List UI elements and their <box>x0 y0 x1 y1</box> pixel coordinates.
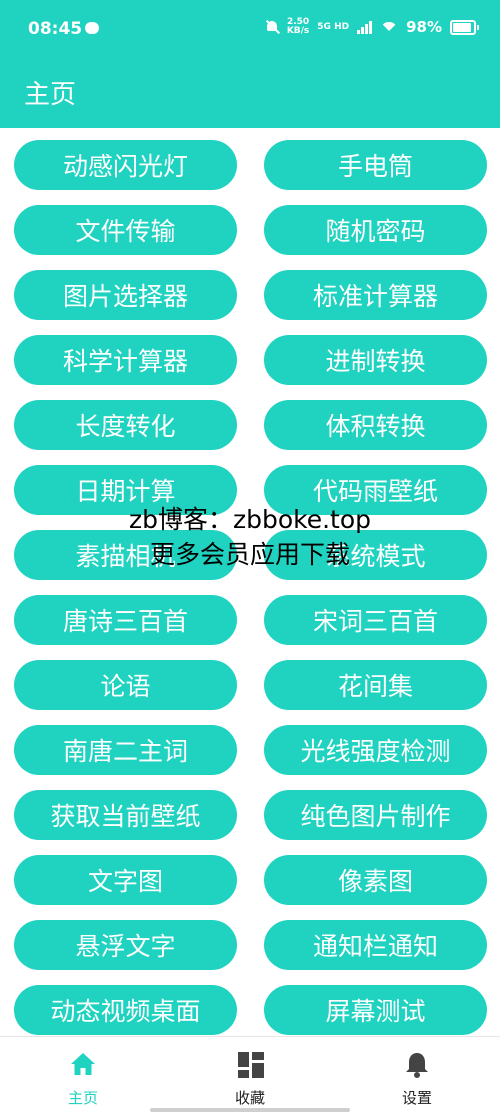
tool-button[interactable]: 代码雨壁纸 <box>264 465 487 515</box>
dashboard-icon <box>238 1052 264 1078</box>
nav-favorites-label: 收藏 <box>234 1089 265 1107</box>
tool-button[interactable]: 系统模式 <box>264 530 487 580</box>
nav-favorites[interactable]: 收藏 <box>167 1037 333 1116</box>
page-title: 主页 <box>24 80 77 110</box>
tool-button[interactable]: 获取当前壁纸 <box>14 790 237 840</box>
tool-button[interactable]: 体积转换 <box>264 400 487 450</box>
network-speed-unit: KB/s <box>286 26 310 36</box>
tool-button[interactable]: 标准计算器 <box>264 270 487 320</box>
tool-button[interactable]: 日期计算 <box>14 465 237 515</box>
tool-button[interactable]: 屏幕测试 <box>264 985 487 1035</box>
message-icon <box>85 22 99 34</box>
tool-button[interactable]: 论语 <box>14 660 237 710</box>
status-time: 08:45 <box>28 19 83 39</box>
bell-icon <box>404 1051 430 1079</box>
tool-button[interactable]: 光线强度检测 <box>264 725 487 775</box>
tool-button[interactable]: 像素图 <box>264 855 487 905</box>
wifi-icon <box>380 20 398 34</box>
nav-home-label: 主页 <box>67 1089 98 1107</box>
nav-home[interactable]: 主页 <box>0 1037 166 1116</box>
status-bar: 08:45 2.50 KB/s 5G HD 98% <box>0 0 500 58</box>
bottom-navigation: 主页 收藏 设置 <box>0 1036 500 1116</box>
tool-button[interactable]: 手电筒 <box>264 140 487 190</box>
tool-button[interactable]: 文字图 <box>14 855 237 905</box>
signal-icon <box>357 20 373 34</box>
tool-button[interactable]: 南唐二主词 <box>14 725 237 775</box>
network-speed: 2.50 KB/s <box>287 18 309 36</box>
app-bar: 主页 <box>0 58 500 128</box>
nav-settings[interactable]: 设置 <box>334 1037 500 1116</box>
tool-button[interactable]: 宋词三百首 <box>264 595 487 645</box>
tool-button[interactable]: 悬浮文字 <box>14 920 237 970</box>
tool-button[interactable]: 随机密码 <box>264 205 487 255</box>
home-icon <box>70 1052 96 1076</box>
tool-button[interactable]: 花间集 <box>264 660 487 710</box>
battery-icon <box>450 19 479 35</box>
tool-button[interactable]: 科学计算器 <box>14 335 237 385</box>
tool-button[interactable]: 进制转换 <box>264 335 487 385</box>
nav-settings-label: 设置 <box>401 1089 432 1107</box>
tool-button[interactable]: 文件传输 <box>14 205 237 255</box>
tool-button[interactable]: 素描相机 <box>14 530 237 580</box>
tool-button[interactable]: 长度转化 <box>14 400 237 450</box>
mute-icon <box>265 19 279 35</box>
battery-percent: 98% <box>406 18 442 36</box>
network-type: 5G HD <box>317 21 350 32</box>
tool-button[interactable]: 纯色图片制作 <box>264 790 487 840</box>
gesture-handle <box>150 1108 350 1112</box>
tool-button[interactable]: 图片选择器 <box>14 270 237 320</box>
tool-button[interactable]: 动态视频桌面 <box>14 985 237 1035</box>
tool-button[interactable]: 唐诗三百首 <box>14 595 237 645</box>
tool-button[interactable]: 通知栏通知 <box>264 920 487 970</box>
tool-button[interactable]: 动感闪光灯 <box>14 140 237 190</box>
